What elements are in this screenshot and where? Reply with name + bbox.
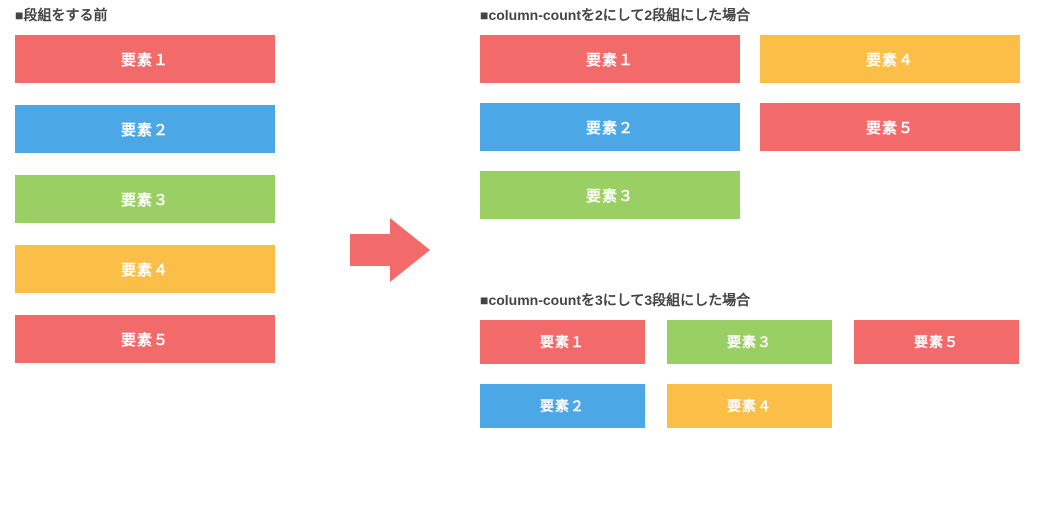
- two-col-e4: 要素４: [760, 35, 1020, 83]
- three-col-e3: 要素３: [667, 320, 832, 364]
- label-two-col: ■column-countを2にして2段組にした場合: [480, 5, 1020, 25]
- two-col-grid: 要素１ 要素２ 要素３ 要素４ 要素５: [480, 35, 1020, 219]
- arrow-right-icon: [350, 215, 430, 285]
- label-before: ■段組をする前: [15, 5, 295, 25]
- three-col-c1: 要素１ 要素２: [480, 320, 645, 428]
- before-e5: 要素５: [15, 315, 275, 363]
- three-col-c2: 要素３ 要素４: [667, 320, 832, 428]
- before-e2: 要素２: [15, 105, 275, 153]
- before-panel: ■段組をする前 要素１ 要素２ 要素３ 要素４ 要素５: [15, 5, 295, 385]
- three-col-grid: 要素１ 要素２ 要素３ 要素４ 要素５: [480, 320, 1020, 428]
- two-col-e3: 要素３: [480, 171, 740, 219]
- arrow-wrap: [350, 215, 430, 290]
- before-e3: 要素３: [15, 175, 275, 223]
- label-three-col: ■column-countを3にして3段組にした場合: [480, 290, 1020, 310]
- three-col-e4: 要素４: [667, 384, 832, 428]
- two-col-c1: 要素１ 要素２ 要素３: [480, 35, 740, 219]
- two-col-panel: ■column-countを2にして2段組にした場合 要素１ 要素２ 要素３ 要…: [480, 5, 1020, 219]
- three-col-c3: 要素５: [854, 320, 1019, 428]
- two-col-e5: 要素５: [760, 103, 1020, 151]
- two-col-e1: 要素１: [480, 35, 740, 83]
- before-e1: 要素１: [15, 35, 275, 83]
- two-col-e2: 要素２: [480, 103, 740, 151]
- three-col-panel: ■column-countを3にして3段組にした場合 要素１ 要素２ 要素３ 要…: [480, 290, 1020, 428]
- two-col-c2: 要素４ 要素５: [760, 35, 1020, 219]
- three-col-e1: 要素１: [480, 320, 645, 364]
- three-col-e5: 要素５: [854, 320, 1019, 364]
- three-col-e2: 要素２: [480, 384, 645, 428]
- before-e4: 要素４: [15, 245, 275, 293]
